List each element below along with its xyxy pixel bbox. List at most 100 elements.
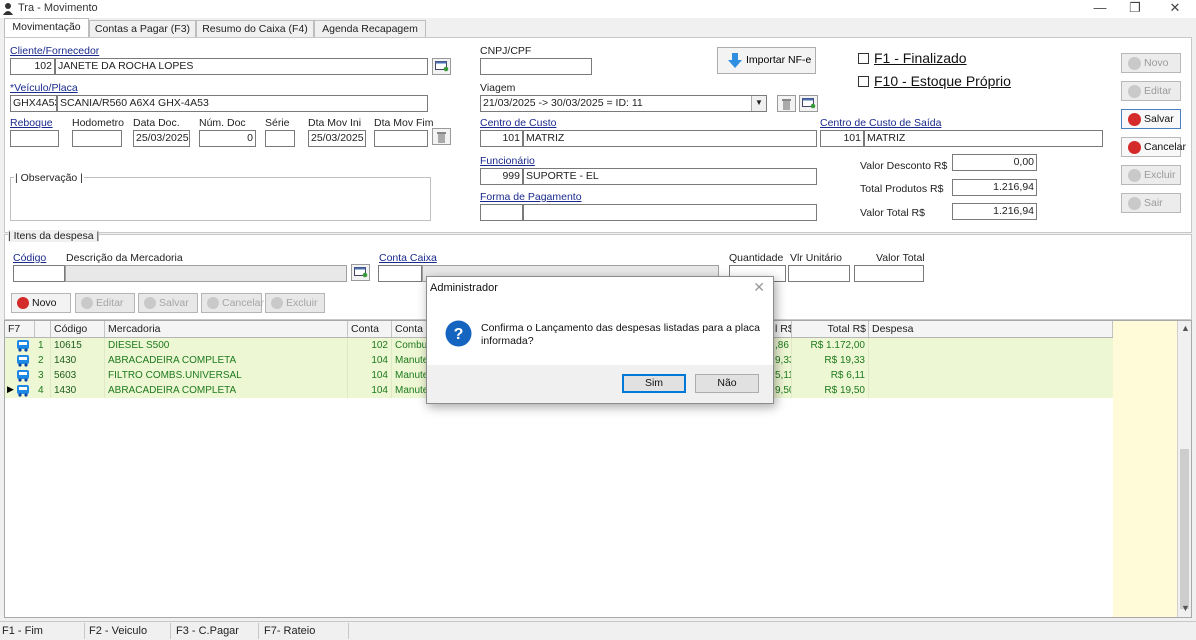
close-button[interactable]: ✕ [1158,0,1192,18]
confirm-dialog: Administrador ✕ ? Confirma o Lançamento … [426,276,774,404]
col-mercadoria[interactable]: Mercadoria [105,321,348,337]
grid-scrollbar[interactable]: ▲ ▼ [1177,321,1191,617]
item-excluir-button[interactable]: Excluir [265,293,325,313]
veiculo-desc-input[interactable]: SCANIA/R560 A6X4 GHX-4A53 [57,95,428,112]
forma-pagamento-label[interactable]: Forma de Pagamento [480,191,582,203]
scroll-up-icon[interactable]: ▲ [1181,323,1190,333]
editar-button[interactable]: Editar [1121,81,1181,101]
novo-button[interactable]: Novo [1121,53,1181,73]
serie-label: Série [265,117,290,129]
dialog-no-button[interactable]: Não [695,374,759,393]
user-app-icon [3,3,13,15]
import-nfe-button[interactable]: Importar NF-e [717,47,816,74]
download-arrow-icon [728,53,742,68]
valor-desconto-input[interactable]: 0,00 [952,154,1037,171]
cell-vl: 5,11 [772,368,792,383]
restore-button[interactable]: ❐ [1118,0,1152,18]
dialog-close-icon[interactable]: ✕ [753,279,765,296]
col-conta[interactable]: Conta [348,321,392,337]
cell-conta: 104 [348,383,392,398]
dtadoc-input[interactable]: 25/03/2025 [133,130,190,147]
viagem-search-button[interactable] [799,95,818,112]
col-f7[interactable]: F7 [5,321,35,337]
scroll-down-icon[interactable]: ▼ [1181,603,1190,613]
salvar-button[interactable]: Salvar [1121,109,1181,129]
cnpj-input[interactable] [480,58,592,75]
item-codigo-input[interactable] [13,265,65,282]
centro-saida-code-input[interactable]: 101 [820,130,864,147]
item-search-button[interactable] [351,264,370,281]
item-cancelar-button[interactable]: Cancelar [201,293,264,313]
valor-total-input[interactable]: 1.216,94 [952,203,1037,220]
question-icon: ? [445,320,472,347]
dtamovini-input[interactable]: 25/03/2025 [308,130,366,147]
centro-custo-code-input[interactable]: 101 [480,130,523,147]
item-valor-total-input[interactable] [854,265,924,282]
cliente-label[interactable]: Cliente/Fornecedor [10,45,99,57]
cliente-name-input[interactable]: JANETE DA ROCHA LOPES [55,58,428,75]
centro-saida-name-input[interactable]: MATRIZ [864,130,1103,147]
item-descricao-input[interactable] [65,265,347,282]
col-despesa[interactable]: Despesa [869,321,1113,337]
clear-dates-button[interactable] [432,128,451,145]
tab-movimentacao[interactable]: Movimentação [4,18,89,38]
f10-estoque-label[interactable]: F10 - Estoque Próprio [874,73,1011,89]
centro-custo-label[interactable]: Centro de Custo [480,117,556,129]
dialog-footer: Sim Não [427,365,773,403]
forma-pagamento-code-input[interactable] [480,204,523,221]
tab-resumo-do-caixa[interactable]: Resumo do Caixa (F4) [196,20,314,38]
quantidade-label: Quantidade [729,252,784,264]
window-search-icon [353,267,367,278]
dtamovfim-input[interactable] [374,130,428,147]
funcionario-name-input[interactable]: SUPORTE - EL [523,168,817,185]
dialog-message: Confirma o Lançamento das despesas lista… [481,322,760,347]
tab-agenda-recapagem[interactable]: Agenda Recapagem [314,20,426,38]
cancelar-button[interactable]: Cancelar [1121,137,1186,157]
col-total[interactable]: Total R$ [792,321,869,337]
numdoc-input[interactable]: 0 [199,130,256,147]
truck-icon [17,385,29,397]
funcionario-code-input[interactable]: 999 [480,168,523,185]
item-editar-label: Editar [96,297,124,309]
item-novo-button[interactable]: Novo [11,293,71,313]
minimize-button[interactable]: — [1083,0,1117,18]
truck-icon [17,340,29,352]
col-n[interactable] [35,321,51,337]
novo-button-label: Novo [1144,57,1169,69]
item-editar-button[interactable]: Editar [75,293,135,313]
conta-caixa-label[interactable]: Conta Caixa [379,252,437,264]
exit-icon [1128,197,1141,210]
f1-finalizado-label[interactable]: F1 - Finalizado [874,50,967,66]
serie-input[interactable] [265,130,295,147]
excluir-button[interactable]: Excluir [1121,165,1181,185]
sair-button[interactable]: Sair [1121,193,1181,213]
funcionario-label[interactable]: Funcionário [480,155,535,167]
dialog-yes-button[interactable]: Sim [622,374,686,393]
forma-pagamento-name-input[interactable] [523,204,817,221]
centro-custo-name-input[interactable]: MATRIZ [523,130,817,147]
veiculo-label[interactable]: *Veículo/Placa [10,82,78,94]
veiculo-placa-input[interactable]: GHX4A53 [10,95,57,112]
hodometro-input[interactable] [72,130,122,147]
f1-finalizado-checkbox[interactable] [858,53,869,64]
conta-caixa-code-input[interactable] [378,265,422,282]
centro-saida-label[interactable]: Centro de Custo de Saída [820,117,941,129]
total-produtos-input[interactable]: 1.216,94 [952,179,1037,196]
cliente-code-input[interactable]: 102 [10,58,55,75]
viagem-select[interactable]: 21/03/2025 -> 30/03/2025 = ID: 11 ▼ [480,95,767,112]
vlr-unitario-input[interactable] [788,265,850,282]
reboque-label[interactable]: Reboque [10,117,53,129]
f10-estoque-checkbox[interactable] [858,76,869,87]
item-novo-label: Novo [32,297,57,309]
item-salvar-button[interactable]: Salvar [138,293,198,313]
viagem-delete-button[interactable] [777,95,796,112]
tab-contas-a-pagar[interactable]: Contas a Pagar (F3) [89,20,196,38]
cliente-search-button[interactable] [432,58,451,75]
scroll-thumb[interactable] [1180,449,1189,609]
reboque-input[interactable] [10,130,59,147]
col-vl[interactable]: l R$ [772,321,792,337]
cell-mercadoria: ABRACADEIRA COMPLETA [105,383,348,398]
col-codigo[interactable]: Código [51,321,105,337]
item-codigo-label[interactable]: Código [13,252,46,264]
chevron-down-icon[interactable]: ▼ [751,96,766,111]
